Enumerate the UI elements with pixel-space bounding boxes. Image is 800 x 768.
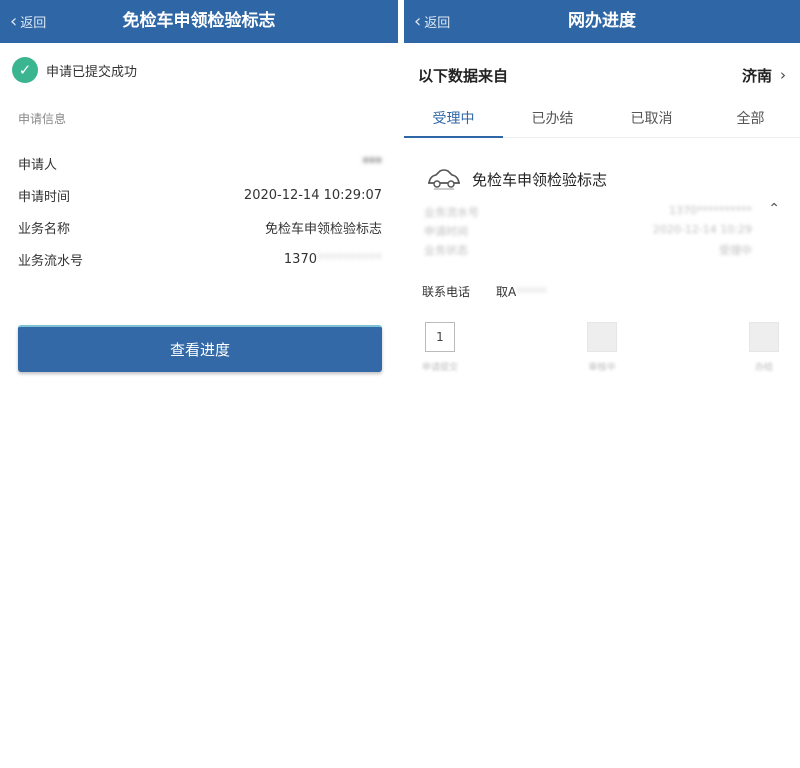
- chevron-right-icon: ›: [780, 66, 786, 84]
- info-label: 申请时间: [18, 189, 71, 205]
- detail-row: 业务状态 受理中: [424, 242, 752, 261]
- detail-value: 1370**********: [669, 204, 752, 217]
- detail-value: 2020-12-14 10:29: [652, 223, 752, 236]
- step-box: [749, 322, 779, 352]
- detail-label: 申请时间: [424, 225, 468, 238]
- detail-row: 业务流水号 1370**********: [424, 204, 752, 223]
- tab-completed[interactable]: 已办结: [503, 102, 602, 137]
- success-banner: ✓ 申请已提交成功: [12, 57, 137, 83]
- tab-all[interactable]: 全部: [701, 102, 800, 137]
- info-label: 申请人: [18, 157, 58, 173]
- serial-rest: **********: [317, 251, 382, 267]
- step-item: 1 申请提交: [420, 322, 460, 373]
- serial-prefix: 1370: [283, 251, 317, 267]
- detail-label: 业务状态: [424, 244, 468, 257]
- section-label: 申请信息: [18, 112, 67, 126]
- info-value: 免检车申领检验标志: [264, 221, 382, 237]
- step-item: 办结: [744, 322, 784, 373]
- contact-row: 联系电话 取A*****: [422, 283, 546, 300]
- chevron-up-icon[interactable]: ⌃: [768, 201, 780, 217]
- detail-row: 申请时间 2020-12-14 10:29: [424, 223, 752, 242]
- info-row-serial-number: 业务流水号 1370**********: [18, 248, 382, 270]
- contact-label: 联系电话: [422, 285, 471, 299]
- step-box: 1: [425, 322, 455, 352]
- application-result-screen: ‹ 返回 免检车申领检验标志 ✓ 申请已提交成功 申请信息 申请人 *** 申请…: [0, 0, 398, 768]
- page-title: 网办进度: [568, 11, 636, 31]
- city-name: 济南: [741, 66, 772, 85]
- tab-processing[interactable]: 受理中: [404, 102, 503, 138]
- detail-label: 业务流水号: [424, 206, 479, 219]
- status-tabs: 受理中 已办结 已取消 全部: [404, 102, 800, 138]
- progress-steps: 1 申请提交 审核中 办结: [420, 322, 784, 378]
- top-bar: ‹ 返回 网办进度: [404, 0, 800, 43]
- progress-screen: ‹ 返回 网办进度 以下数据来自 济南 › 受理中 已办结 已取消 全部 免检车…: [404, 0, 800, 768]
- top-bar: ‹ 返回 免检车申领检验标志: [0, 0, 398, 43]
- page-title: 免检车申领检验标志: [122, 11, 276, 31]
- info-value: 2020-12-14 10:29:07: [243, 187, 382, 203]
- info-label: 业务流水号: [18, 253, 84, 269]
- step-box: [587, 322, 617, 352]
- info-row-business-name: 业务名称 免检车申领检验标志: [18, 216, 382, 238]
- info-value: 1370**********: [284, 252, 382, 267]
- info-label: 业务名称: [18, 221, 71, 237]
- detail-list: 业务流水号 1370********** 申请时间 2020-12-14 10:…: [424, 204, 752, 261]
- step-caption: 办结: [754, 363, 773, 373]
- page: ‹ 返回 免检车申领检验标志 ✓ 申请已提交成功 申请信息 申请人 *** 申请…: [0, 0, 800, 768]
- detail-value: 受理中: [719, 244, 752, 257]
- view-progress-button[interactable]: 查看进度: [18, 325, 382, 372]
- contact-value: 取A*****: [496, 283, 546, 300]
- business-card-header[interactable]: 免检车申领检验标志: [426, 166, 607, 192]
- data-source-row: 以下数据来自 济南 ›: [418, 62, 786, 88]
- info-value: ***: [362, 155, 383, 171]
- contact-rest: *****: [516, 285, 547, 299]
- card-title: 免检车申领检验标志: [472, 170, 608, 189]
- contact-prefix: 取A: [496, 285, 517, 299]
- check-circle-icon: ✓: [12, 57, 38, 83]
- info-row-applicant: 申请人 ***: [18, 152, 382, 174]
- step-item: 审核中: [582, 322, 622, 373]
- city-selector[interactable]: 济南 ›: [742, 65, 786, 86]
- step-caption: 审核中: [588, 363, 616, 373]
- tab-cancelled[interactable]: 已取消: [602, 102, 701, 137]
- success-text: 申请已提交成功: [46, 64, 138, 80]
- source-label: 以下数据来自: [418, 66, 509, 85]
- car-icon: [428, 169, 460, 190]
- step-caption: 申请提交: [421, 363, 458, 373]
- info-row-apply-time: 申请时间 2020-12-14 10:29:07: [18, 184, 382, 206]
